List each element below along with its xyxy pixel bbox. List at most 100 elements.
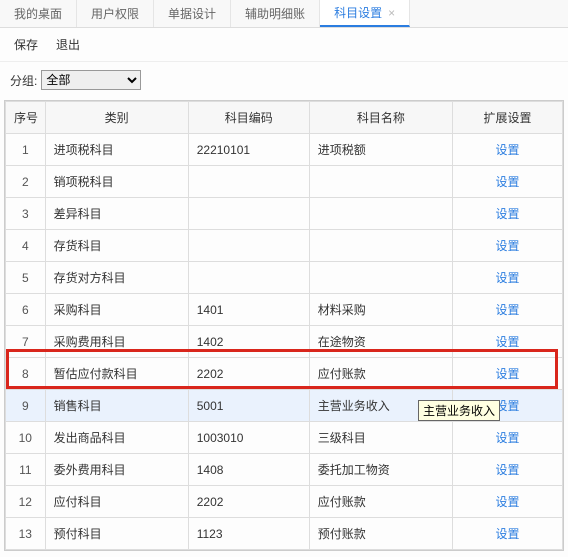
cell-seq: 12 (6, 486, 46, 518)
toolbar: 保存 退出 (0, 28, 568, 62)
cell-ext: 设置 (452, 134, 562, 166)
cell-code[interactable]: 5001 (188, 390, 309, 422)
ext-settings-link[interactable]: 设置 (495, 271, 519, 285)
cell-category: 发出商品科目 (45, 422, 188, 454)
ext-settings-link[interactable]: 设置 (495, 495, 519, 509)
cell-name[interactable]: 材料采购 (309, 294, 452, 326)
cell-category: 存货对方科目 (45, 262, 188, 294)
close-icon[interactable]: × (388, 6, 395, 20)
tab-form-design[interactable]: 单据设计 (154, 0, 231, 27)
ext-settings-link[interactable]: 设置 (495, 143, 519, 157)
cell-name[interactable]: 进项税额 (309, 134, 452, 166)
cell-category: 应付科目 (45, 486, 188, 518)
cell-seq: 1 (6, 134, 46, 166)
cell-category: 存货科目 (45, 230, 188, 262)
cell-seq: 2 (6, 166, 46, 198)
tab-user-permissions[interactable]: 用户权限 (77, 0, 154, 27)
cell-code[interactable]: 2202 (188, 358, 309, 390)
tab-account-settings[interactable]: 科目设置 × (320, 0, 410, 27)
cell-name[interactable] (309, 166, 452, 198)
cell-ext: 设置 (452, 422, 562, 454)
save-button[interactable]: 保存 (10, 34, 42, 55)
tab-desktop[interactable]: 我的桌面 (0, 0, 77, 27)
cell-ext: 设置 (452, 198, 562, 230)
cell-name[interactable]: 应付账款 (309, 358, 452, 390)
cell-code[interactable]: 2202 (188, 486, 309, 518)
cell-seq: 9 (6, 390, 46, 422)
ext-settings-link[interactable]: 设置 (495, 463, 519, 477)
cell-seq: 5 (6, 262, 46, 294)
table-row[interactable]: 13预付科目1123预付账款设置 (6, 518, 563, 550)
cell-category: 差异科目 (45, 198, 188, 230)
cell-name[interactable]: 委托加工物资 (309, 454, 452, 486)
cell-code[interactable]: 1408 (188, 454, 309, 486)
cell-code[interactable]: 1123 (188, 518, 309, 550)
col-seq: 序号 (6, 102, 46, 134)
cell-ext: 设置 (452, 230, 562, 262)
cell-category: 销项税科目 (45, 166, 188, 198)
cell-name[interactable]: 三级科目 (309, 422, 452, 454)
exit-button[interactable]: 退出 (52, 34, 84, 55)
table-row[interactable]: 10发出商品科目1003010三级科目 设置 (6, 422, 563, 454)
cell-ext: 设置 (452, 166, 562, 198)
ext-settings-link[interactable]: 设置 (495, 207, 519, 221)
cell-code[interactable]: 1401 (188, 294, 309, 326)
cell-name[interactable]: 预付账款 (309, 518, 452, 550)
cell-code[interactable] (188, 230, 309, 262)
col-name: 科目名称 (309, 102, 452, 134)
cell-category: 进项税科目 (45, 134, 188, 166)
cell-ext: 设置 (452, 294, 562, 326)
ext-settings-link[interactable]: 设置 (495, 527, 519, 541)
table-row[interactable]: 6采购科目1401材料采购设置 (6, 294, 563, 326)
cell-code[interactable] (188, 262, 309, 294)
cell-category: 委外费用科目 (45, 454, 188, 486)
cell-ext: 设置 (452, 454, 562, 486)
cell-ext: 设置 (452, 518, 562, 550)
col-category: 类别 (45, 102, 188, 134)
cell-ext: 设置 (452, 326, 562, 358)
col-ext: 扩展设置 (452, 102, 562, 134)
cell-ext: 设置 (452, 358, 562, 390)
cell-code[interactable]: 1402 (188, 326, 309, 358)
cell-code[interactable] (188, 198, 309, 230)
table-row[interactable]: 8暂估应付款科目2202应付账款 设置 (6, 358, 563, 390)
cell-ext: 设置 (452, 486, 562, 518)
cell-category: 暂估应付款科目 (45, 358, 188, 390)
cell-code[interactable] (188, 166, 309, 198)
table-row[interactable]: 7采购费用科目1402在途物资设置 (6, 326, 563, 358)
ext-settings-link[interactable]: 设置 (495, 175, 519, 189)
table-row[interactable]: 5存货对方科目 设置 (6, 262, 563, 294)
ext-settings-link[interactable]: 设置 (495, 367, 519, 381)
cell-seq: 8 (6, 358, 46, 390)
ext-settings-link[interactable]: 设置 (495, 335, 519, 349)
col-code: 科目编码 (188, 102, 309, 134)
table-row[interactable]: 11委外费用科目1408委托加工物资设置 (6, 454, 563, 486)
cell-category: 采购科目 (45, 294, 188, 326)
table-row[interactable]: 2销项税科目 设置 (6, 166, 563, 198)
cell-category: 销售科目 (45, 390, 188, 422)
cell-name[interactable] (309, 198, 452, 230)
cell-seq: 10 (6, 422, 46, 454)
tab-bar: 我的桌面 用户权限 单据设计 辅助明细账 科目设置 × (0, 0, 568, 28)
cell-name[interactable] (309, 262, 452, 294)
table-row[interactable]: 1进项税科目22210101进项税额 设置 (6, 134, 563, 166)
table-row[interactable]: 4存货科目 设置 (6, 230, 563, 262)
group-select[interactable]: 全部 (41, 70, 141, 90)
table-row[interactable]: 3差异科目 设置 (6, 198, 563, 230)
ext-settings-link[interactable]: 设置 (495, 431, 519, 445)
grid: 序号 类别 科目编码 科目名称 扩展设置 1进项税科目22210101进项税额设… (4, 100, 564, 551)
group-label: 分组: (10, 72, 37, 89)
tab-aux-ledger[interactable]: 辅助明细账 (231, 0, 320, 27)
table-row[interactable]: 12应付科目2202应付账款 设置 (6, 486, 563, 518)
cell-code[interactable]: 22210101 (188, 134, 309, 166)
cell-seq: 7 (6, 326, 46, 358)
ext-settings-link[interactable]: 设置 (495, 239, 519, 253)
ext-settings-link[interactable]: 设置 (495, 303, 519, 317)
cell-seq: 4 (6, 230, 46, 262)
cell-name[interactable]: 应付账款 (309, 486, 452, 518)
cell-code[interactable]: 1003010 (188, 422, 309, 454)
cell-seq: 3 (6, 198, 46, 230)
filter-row: 分组: 全部 (0, 62, 568, 100)
cell-name[interactable] (309, 230, 452, 262)
cell-name[interactable]: 在途物资 (309, 326, 452, 358)
